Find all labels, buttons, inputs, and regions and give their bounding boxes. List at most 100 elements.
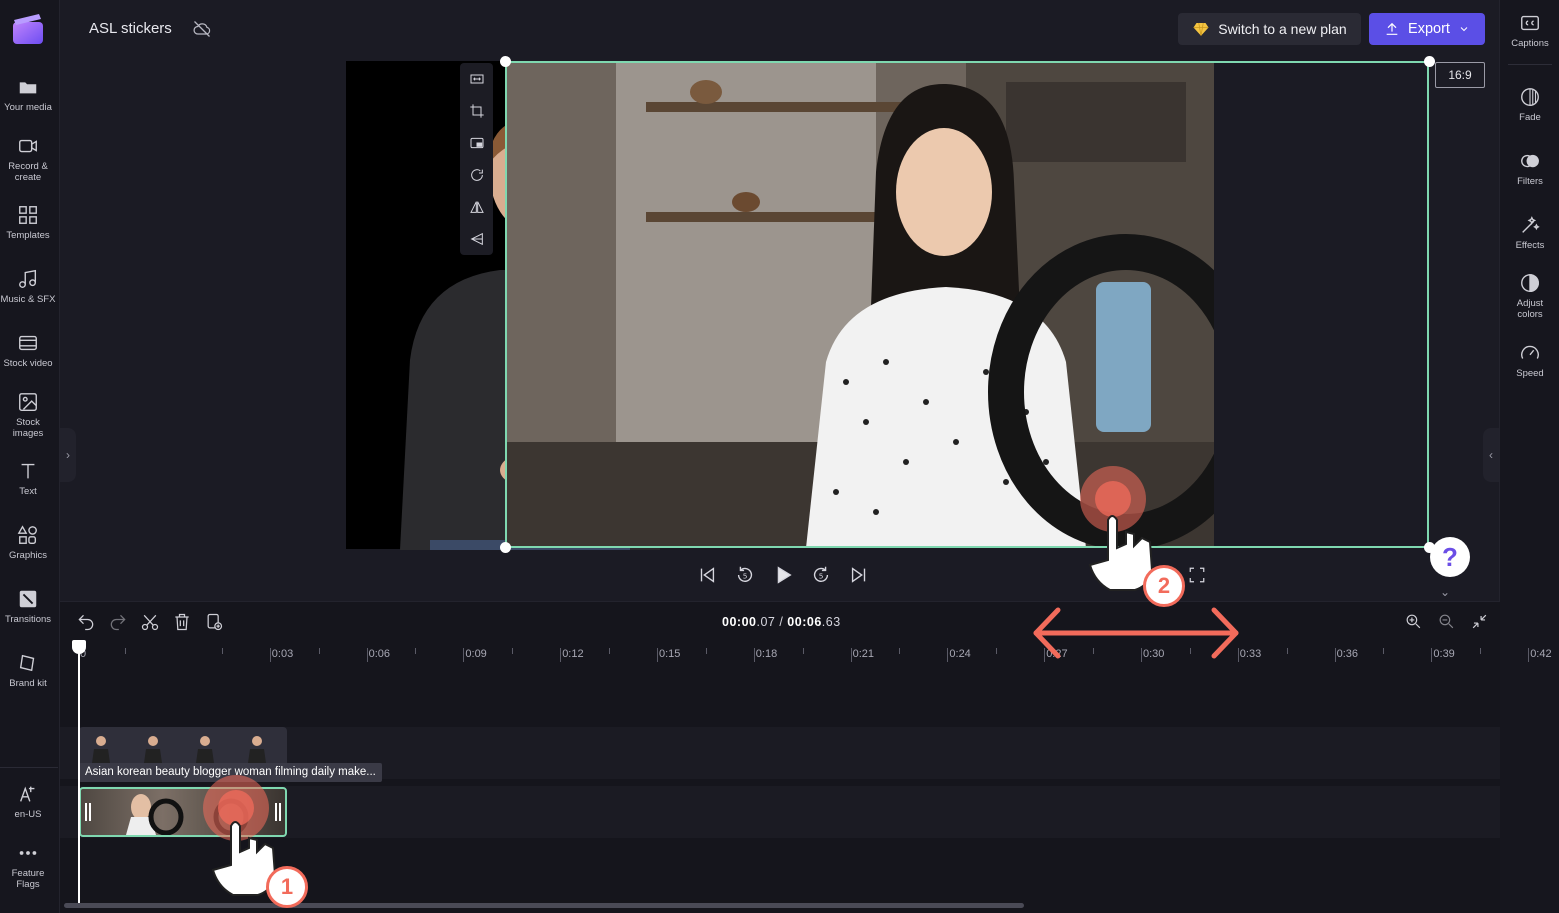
aspect-ratio-button[interactable]: 16:9 bbox=[1435, 62, 1485, 88]
resize-handle-bottom-left[interactable] bbox=[500, 542, 511, 553]
sidebar-item-fade[interactable]: Fade bbox=[1500, 86, 1559, 123]
add-to-timeline-icon[interactable] bbox=[204, 612, 224, 632]
pip-icon[interactable] bbox=[460, 127, 493, 159]
sidebar-item-feature-flags[interactable]: Feature Flags bbox=[0, 842, 56, 890]
ruler-minor-tick bbox=[996, 648, 998, 654]
timeline-scrollbar[interactable] bbox=[64, 903, 1024, 908]
sidebar-item-your-media[interactable]: Your media bbox=[0, 76, 56, 113]
skip-forward-icon[interactable] bbox=[848, 564, 870, 586]
effects-icon bbox=[1522, 216, 1540, 233]
preview-floating-toolbar bbox=[460, 63, 493, 255]
play-icon[interactable] bbox=[772, 564, 794, 586]
resize-handle-top-left[interactable] bbox=[500, 56, 511, 67]
step-badge-2: 2 bbox=[1143, 565, 1185, 607]
music-icon bbox=[17, 268, 39, 290]
resize-handle-top-right[interactable] bbox=[1424, 56, 1435, 67]
ruler-minor-tick bbox=[609, 648, 610, 654]
clip-thumbnail bbox=[144, 736, 162, 763]
sidebar-item-effects[interactable]: Effects bbox=[1500, 214, 1559, 251]
sidebar-item-adjust-colors[interactable]: Adjust colors bbox=[1500, 272, 1559, 320]
sidebar-item-brand-kit[interactable]: Brand kit bbox=[0, 652, 56, 689]
sidebar-item-label: Transitions bbox=[4, 614, 52, 625]
sidebar-item-music-sfx[interactable]: Music & SFX bbox=[0, 268, 56, 305]
forward-5s-icon[interactable]: 5 bbox=[810, 564, 832, 586]
ruler-minor-tick bbox=[318, 648, 320, 654]
sidebar-item-stock-images[interactable]: Stock images bbox=[0, 391, 56, 439]
export-button[interactable]: Export bbox=[1369, 13, 1485, 45]
fullscreen-icon[interactable] bbox=[1188, 566, 1206, 584]
selection-box[interactable] bbox=[505, 61, 1429, 548]
sidebar-item-captions[interactable]: Captions bbox=[1500, 12, 1559, 49]
ruler-tick bbox=[657, 648, 658, 662]
playhead[interactable] bbox=[78, 648, 80, 908]
switch-plan-button[interactable]: Switch to a new plan bbox=[1178, 13, 1361, 45]
ruler-tick-label: 0:27 bbox=[1046, 648, 1068, 660]
rotate-icon[interactable] bbox=[460, 159, 493, 191]
current-time-frames: .07 bbox=[756, 615, 776, 629]
ruler-tick bbox=[463, 648, 465, 662]
expand-left-panel-button[interactable]: › bbox=[60, 428, 76, 482]
cloud-off-icon[interactable] bbox=[192, 19, 212, 39]
sidebar-item-label: Brand kit bbox=[9, 678, 47, 689]
sidebar-item-label: Record & create bbox=[8, 161, 48, 183]
ruler-tick bbox=[1237, 648, 1239, 662]
zoom-out-icon[interactable] bbox=[1437, 612, 1456, 631]
shapes-icon bbox=[17, 524, 39, 546]
sidebar-item-text[interactable]: Text bbox=[0, 460, 56, 497]
ruler-minor-tick bbox=[705, 648, 707, 654]
sidebar-item-label: Fade bbox=[1519, 112, 1541, 123]
transitions-icon bbox=[17, 588, 39, 610]
sidebar-item-filters[interactable]: Filters bbox=[1500, 150, 1559, 187]
sticker-clip[interactable] bbox=[79, 727, 287, 767]
clipchamp-logo[interactable] bbox=[11, 12, 45, 46]
sidebar-item-language[interactable]: en-US bbox=[0, 783, 56, 820]
clip-thumbnail bbox=[92, 736, 110, 763]
ruler-minor-tick bbox=[1093, 648, 1094, 654]
sidebar-item-templates[interactable]: Templates bbox=[0, 204, 56, 241]
sidebar-item-transitions[interactable]: Transitions bbox=[0, 588, 56, 625]
templates-icon bbox=[17, 204, 39, 226]
sidebar-item-graphics[interactable]: Graphics bbox=[0, 524, 56, 561]
sidebar-item-label: en-US bbox=[14, 809, 42, 820]
upload-icon bbox=[1386, 22, 1398, 35]
project-title[interactable]: ASL stickers bbox=[89, 20, 172, 37]
video-clip[interactable] bbox=[79, 787, 287, 837]
ruler-tick-label: 0:33 bbox=[1239, 648, 1262, 660]
perspective-icon[interactable] bbox=[460, 223, 493, 255]
undo-icon[interactable] bbox=[76, 612, 96, 632]
collapse-right-panel-button[interactable]: ‹ bbox=[1483, 428, 1499, 482]
help-button[interactable]: ? bbox=[1430, 537, 1470, 577]
diamond-icon bbox=[1193, 22, 1209, 36]
switch-plan-label: Switch to a new plan bbox=[1218, 21, 1347, 37]
current-time: 00:00 bbox=[722, 615, 757, 629]
clip-trim-handle-left[interactable] bbox=[85, 803, 91, 821]
ruler-tick-label: 0:18 bbox=[755, 648, 778, 660]
more-icon bbox=[17, 842, 39, 864]
ruler-tick-label: 0:42 bbox=[1530, 648, 1552, 660]
ruler-minor-tick bbox=[1189, 648, 1191, 654]
delete-icon[interactable] bbox=[172, 612, 192, 632]
collapse-preview-chevron-icon[interactable]: ⌄ bbox=[1440, 585, 1450, 599]
crop-icon[interactable] bbox=[460, 95, 493, 127]
sidebar-item-speed[interactable]: Speed bbox=[1500, 342, 1559, 379]
ruler-tick-label: 0:36 bbox=[1336, 648, 1359, 660]
playhead-handle[interactable] bbox=[72, 640, 86, 654]
zoom-in-icon[interactable] bbox=[1404, 612, 1423, 631]
sidebar-item-label: Captions bbox=[1511, 38, 1549, 49]
ruler-minor-tick bbox=[415, 648, 417, 654]
redo-icon[interactable] bbox=[108, 612, 128, 632]
clip-thumbnail bbox=[248, 736, 266, 763]
clip-trim-handle-right[interactable] bbox=[275, 803, 281, 821]
flip-icon[interactable] bbox=[460, 191, 493, 223]
time-separator: / bbox=[775, 615, 788, 629]
fit-timeline-icon[interactable] bbox=[1470, 612, 1489, 631]
sidebar-divider bbox=[1508, 64, 1552, 65]
sidebar-item-stock-video[interactable]: Stock video bbox=[0, 332, 56, 369]
skip-back-icon[interactable] bbox=[696, 564, 718, 586]
step-badge-1: 1 bbox=[266, 866, 308, 908]
rewind-5s-icon[interactable]: 5 bbox=[734, 564, 756, 586]
sidebar-item-record-create[interactable]: Record & create bbox=[0, 135, 56, 183]
captions-icon bbox=[1521, 15, 1539, 31]
split-icon[interactable] bbox=[140, 612, 160, 632]
fit-icon[interactable] bbox=[460, 63, 493, 95]
